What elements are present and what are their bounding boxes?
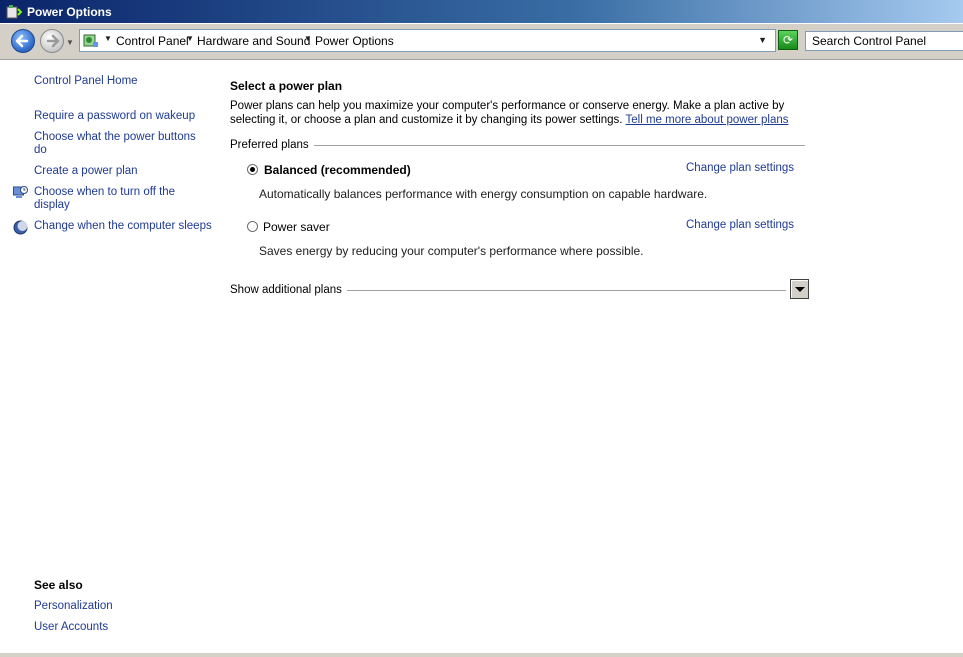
main-content: Select a power plan Power plans can help… — [229, 60, 963, 657]
computer-sleeps-link[interactable]: Change when the computer sleeps — [34, 220, 212, 233]
crumb-separator-icon[interactable]: ▼ — [304, 34, 312, 43]
preferred-plans-divider — [230, 145, 805, 146]
back-button[interactable] — [11, 29, 35, 53]
title-bar: Power Options — [0, 0, 963, 24]
chevron-down-icon — [795, 287, 805, 292]
radio-selected-dot — [250, 167, 255, 172]
control-panel-icon — [83, 34, 98, 47]
create-power-plan-link[interactable]: Create a power plan — [34, 165, 138, 178]
require-password-link[interactable]: Require a password on wakeup — [34, 110, 195, 123]
refresh-icon: ⟳ — [782, 33, 794, 47]
intro-text: Power plans can help you maximize your c… — [230, 99, 820, 127]
left-task-pane: Control Panel Home Require a password on… — [0, 60, 214, 657]
expand-additional-plans-button[interactable] — [790, 279, 809, 299]
window-bottom-border — [0, 653, 963, 657]
back-arrow-icon — [15, 34, 29, 48]
power-saver-plan-name[interactable]: Power saver — [263, 220, 330, 234]
window-title: Power Options — [27, 5, 112, 19]
balanced-plan-name[interactable]: Balanced (recommended) — [264, 163, 411, 177]
refresh-button[interactable]: ⟳ — [778, 30, 798, 50]
user-accounts-link[interactable]: User Accounts — [34, 621, 108, 634]
balanced-radio[interactable] — [247, 164, 258, 175]
sleep-moon-icon — [13, 220, 28, 235]
show-additional-plans-label[interactable]: Show additional plans — [230, 284, 347, 296]
balanced-change-settings-link[interactable]: Change plan settings — [686, 162, 794, 174]
power-saver-change-settings-link[interactable]: Change plan settings — [686, 219, 794, 231]
address-bar[interactable]: ▼ Control Panel ▼ Hardware and Sound ▼ P… — [79, 29, 776, 52]
preferred-plans-label: Preferred plans — [230, 139, 314, 151]
control-panel-home-link[interactable]: Control Panel Home — [34, 75, 138, 88]
crumb-separator-icon[interactable]: ▼ — [104, 34, 112, 43]
power-options-icon — [6, 5, 22, 19]
crumb-separator-icon[interactable]: ▼ — [186, 34, 194, 43]
crumb-power-options[interactable]: Power Options — [315, 34, 394, 48]
search-input[interactable] — [805, 31, 963, 51]
page-title: Select a power plan — [230, 79, 343, 93]
crumb-hardware-and-sound[interactable]: Hardware and Sound — [197, 34, 310, 48]
balanced-plan-description: Automatically balances performance with … — [259, 187, 708, 201]
display-clock-icon — [13, 186, 28, 198]
forward-arrow-icon — [46, 34, 60, 48]
tell-me-more-link[interactable]: Tell me more about power plans — [626, 114, 789, 126]
recent-pages-dropdown-icon[interactable]: ▼ — [66, 38, 74, 47]
power-saver-radio[interactable] — [247, 221, 258, 232]
crumb-control-panel[interactable]: Control Panel — [116, 34, 189, 48]
power-saver-plan-description: Saves energy by reducing your computer's… — [259, 244, 644, 258]
see-also-heading: See also — [34, 578, 83, 592]
address-history-dropdown-icon[interactable]: ▼ — [758, 35, 767, 45]
turn-off-display-link[interactable]: Choose when to turn off the display — [34, 186, 194, 212]
personalization-link[interactable]: Personalization — [34, 600, 113, 613]
power-buttons-link[interactable]: Choose what the power buttons do — [34, 131, 204, 157]
forward-button[interactable] — [40, 29, 64, 53]
navigation-bar: ▼ ▼ Control Panel ▼ Hardware and Sound ▼… — [0, 24, 963, 60]
